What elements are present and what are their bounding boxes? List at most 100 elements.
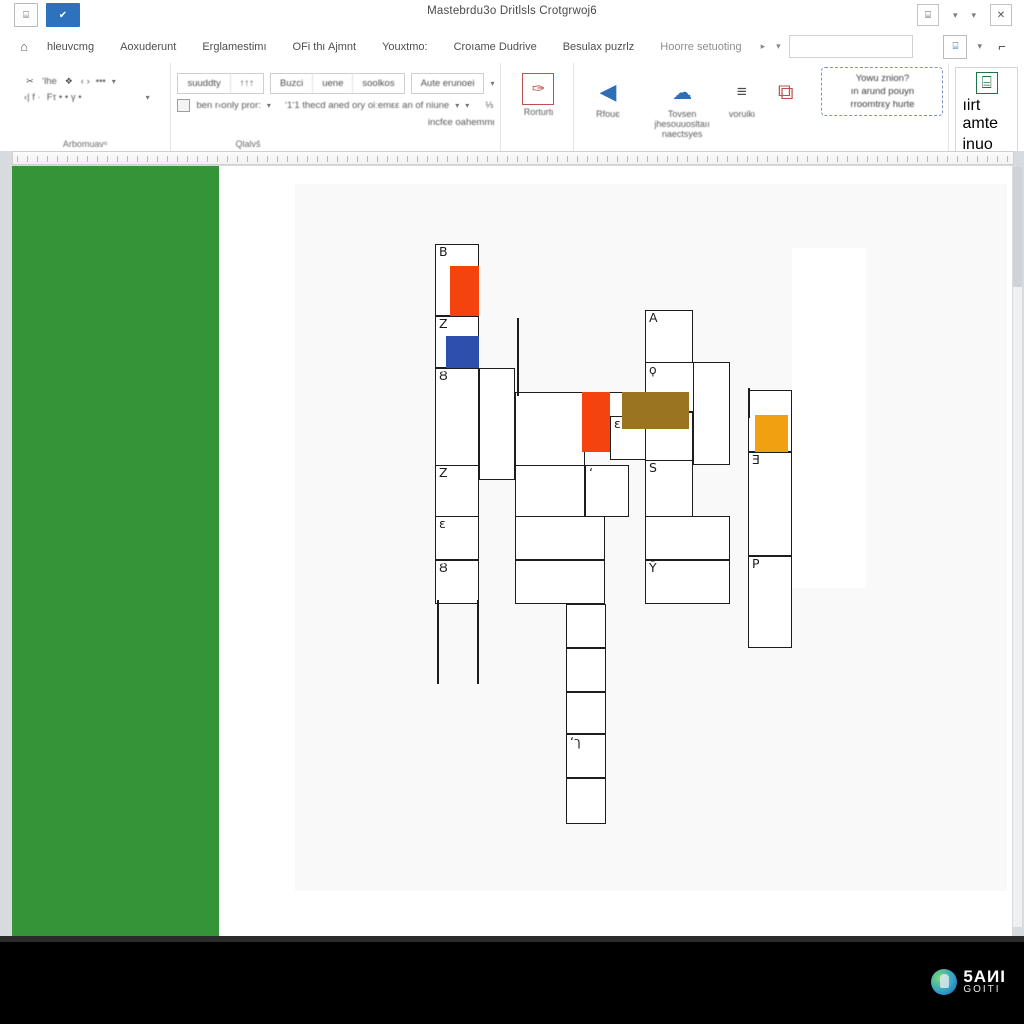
title-bar: ⌸ ✔ Mastebrdu3o Dritlsls Crotgrwoj6 ⌸ ▾ … (0, 0, 1024, 30)
tab-youxtmo[interactable]: Youxtmo: (369, 41, 440, 53)
tab-erglamestim[interactable]: Erglamestimı (189, 41, 279, 53)
minimize-icon[interactable]: ▾ (953, 10, 958, 21)
comment-button[interactable]: ☁ Tovsen јhesouuosltaıı naectsyes (641, 71, 722, 140)
ribbon-tab-bar: ⌂ hleuvcmg Aoxuderunt Erglamestimı OFi t… (0, 30, 1024, 63)
clipboard-label-1[interactable]: ʻlhe (42, 76, 57, 87)
chip-suuddty[interactable]: suuddty (178, 74, 231, 93)
home-icon[interactable]: ⌂ (14, 37, 34, 57)
chip-caret-icon[interactable]: ▾ (490, 79, 494, 88)
doc-option-row: ben r‹only pror: ▾ ʻ1ʻ1 thecd aned ory o… (177, 99, 494, 112)
option-checkbox[interactable] (177, 99, 191, 112)
option-tail: ⅓ (485, 100, 494, 111)
navigation-pane[interactable] (12, 166, 219, 936)
clipboard-caret-1-icon[interactable]: ▾ (112, 77, 116, 86)
option-caret-1-icon[interactable]: ▾ (267, 101, 271, 110)
previous-button[interactable]: ◀ Rfouє (580, 71, 635, 120)
clipboard-row-1: ✂ ʻlhe ❖ ‹ › ••• ▾ (24, 75, 164, 87)
copy-icon[interactable]: ❖ (63, 75, 75, 87)
doc-group-label: Qlalvš (235, 139, 261, 149)
option-label-2[interactable]: ʻ1ʻ1 thecd aned ory oiːemεε an of niune (285, 100, 449, 111)
tab-overflow-down-icon[interactable]: ▾ (776, 41, 781, 52)
chip-uene[interactable]: uene (313, 74, 354, 93)
clipboard-label-2[interactable]: ‹ › (81, 76, 90, 87)
ribbon-group-review: ✑ Rorturtι (500, 63, 573, 151)
close-icon[interactable]: ✕ (990, 4, 1012, 26)
page-highlight-block (792, 248, 866, 588)
window-title: Mastebrdu3o Dritlsls Crotgrwoj6 (427, 5, 597, 17)
chip-group-a: suuddty ↑↑↑ (177, 73, 264, 94)
chip-arrows[interactable]: ↑↑↑ (231, 74, 263, 93)
clipboard-row-2: ‹| f · Fτ • • γ • ▾ (24, 92, 164, 103)
chip-group-c: Aute erunoei (410, 73, 485, 94)
taskbar: 5AИI GOITI (0, 936, 1024, 1024)
clipboard-caret-2-icon[interactable]: ▾ (146, 93, 150, 102)
taskbar-top-strip (0, 936, 1024, 942)
tab-overflow-right-icon[interactable]: ▸ (761, 41, 766, 52)
tab-overflow[interactable]: ▸ ▾ (761, 41, 781, 52)
previous-button-label: Rfouє (596, 109, 620, 119)
list-icon: ≡ (736, 82, 747, 101)
scrollbar-thumb[interactable] (1013, 167, 1022, 287)
doc-footnote-row: incfєe oahemmι (177, 117, 495, 128)
window-controls: ⌸ ▾ ▾ ✕ (916, 4, 1012, 26)
horizontal-ruler[interactable] (12, 151, 1014, 165)
clipboard-label-3[interactable]: ••• (96, 76, 106, 87)
chip-buzci[interactable]: Buzci (271, 74, 314, 93)
option-caret-2-icon[interactable]: ▾ (455, 101, 459, 110)
addin-icon: ⌸ (975, 72, 998, 94)
share-button[interactable]: ⌸ (943, 34, 968, 59)
ribbon-group-editing: ◀ Rfouє ☁ Tovsen јhesouuosltaıı naectsye… (573, 63, 816, 151)
ribbon-group-document-tools: suuddty ↑↑↑ Buzci uene soolkos Aute erun… (170, 63, 500, 151)
tab-hoorre-setuoting[interactable]: Hoorre setuoting (647, 41, 754, 53)
collapse-ribbon-icon[interactable]: ⌐ (992, 37, 1012, 57)
option-label-1[interactable]: ben r‹only pror: (196, 100, 260, 111)
tab-aoxuderunt[interactable]: Aoxuderunt (107, 41, 189, 53)
chip-soolkos[interactable]: soolkos (353, 74, 403, 93)
restore-icon[interactable]: ▾ (971, 10, 976, 21)
globe-icon (931, 968, 958, 995)
watermark: 5AИI GOITI (931, 968, 1006, 995)
cloud-icon: ☁ (672, 81, 693, 104)
clipboard-label-5[interactable]: Fτ • • γ • (47, 92, 82, 103)
clipboard-group-label: Arbomuav⁶ (62, 139, 108, 149)
previous-icon: ◀ (599, 79, 617, 104)
tip-line-3: rroomtrεy hurte (850, 99, 915, 110)
doc-chip-row: suuddty ↑↑↑ Buzci uene soolkos Aute erun… (177, 73, 494, 94)
paste-icon[interactable]: ✂ (24, 75, 36, 87)
tab-hleuvcmg[interactable]: hleuvcmg (34, 41, 107, 53)
chip-aute-erunoei[interactable]: Aute erunoei (412, 74, 484, 93)
watermark-line-2: GOITI (963, 984, 1001, 995)
chip-group-b: Buzci uene soolkos (270, 73, 405, 94)
record-icon: ⧉ (777, 79, 794, 104)
addin-label-1: ıirt amte (962, 97, 999, 132)
watermark-line-1: 5AИI (963, 967, 1006, 986)
clipboard-label-4[interactable]: ‹| f · (24, 92, 41, 103)
tab-besulax-puzrlz[interactable]: Besulax puzrlz (550, 41, 648, 53)
word-application-window: ⌸ ✔ Mastebrdu3o Dritlsls Crotgrwoj6 ⌸ ▾ … (0, 0, 1024, 1024)
ribbon-display-options-icon[interactable]: ⌸ (916, 4, 939, 26)
proof-button[interactable]: ✑ Rorturtι (507, 67, 569, 118)
document-page (295, 184, 1007, 891)
doc-footnote: incfєe oahemmι (427, 117, 495, 128)
tell-me-input[interactable] (788, 35, 913, 58)
page-area (219, 166, 1012, 936)
ribbon-group-addins: ⌸ ıirt amte inuo fivrieť (948, 63, 1024, 177)
list-button-label: voruikι (728, 109, 755, 119)
option-caret-3-icon[interactable]: ▾ (465, 101, 469, 110)
comment-button-label: Tovsen јhesouuosltaıı naectsyes (654, 109, 710, 139)
proof-button-label: Rorturtι (523, 107, 554, 117)
tip-callout[interactable]: Yowu znion? ın arund pouyn rroomtrεy hur… (821, 67, 944, 116)
record-button[interactable]: ⧉ (761, 71, 811, 110)
ribbon-right-controls: ⌸ ▾ ⌐ (943, 34, 1012, 59)
chevron-down-icon[interactable]: ▾ (977, 41, 982, 52)
ribbon: ✂ ʻlhe ❖ ‹ › ••• ▾ ‹| f · Fτ • • γ • ▾ A… (0, 63, 1024, 177)
ribbon-group-tip: Yowu znion? ın arund pouyn rroomtrεy hur… (816, 63, 948, 151)
tip-line-2: ın arund pouyn (850, 86, 915, 97)
list-button[interactable]: ≡ voruikι (729, 71, 755, 120)
ribbon-group-clipboard: ✂ ʻlhe ❖ ‹ › ••• ▾ ‹| f · Fτ • • γ • ▾ A… (0, 63, 170, 151)
tip-line-1: Yowu znion? (855, 73, 910, 84)
tab-croiame-dudrive[interactable]: Croıame Dudrive (441, 41, 550, 53)
proof-icon: ✑ (522, 73, 555, 105)
tab-ofi-th-ajmnt[interactable]: OFi thι Ajmnt (280, 41, 370, 53)
vertical-scrollbar[interactable] (1013, 167, 1022, 927)
